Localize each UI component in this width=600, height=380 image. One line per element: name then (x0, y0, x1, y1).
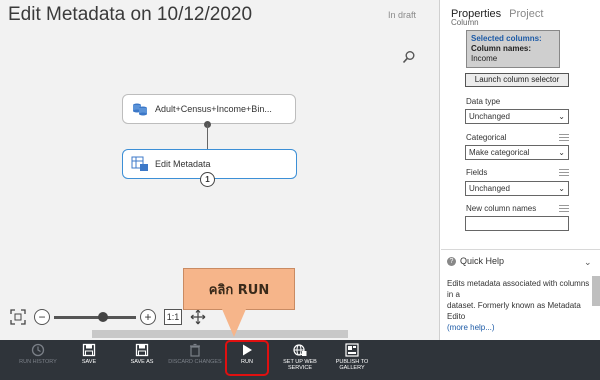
setup-web-service-label: SET UP WEB SERVICE (283, 359, 317, 371)
save-as-icon (135, 343, 149, 357)
new-column-names-label: New column names (466, 204, 537, 213)
discard-changes-button[interactable]: DISCARD CHANGES (167, 343, 223, 377)
fit-screen-icon[interactable] (10, 309, 26, 325)
selected-columns-box: Selected columns: Column names: Income (466, 30, 560, 68)
dataset-module-label: Adult+Census+Income+Bin... (155, 104, 272, 114)
save-button[interactable]: SAVE (61, 343, 117, 377)
selected-columns-label: Selected columns: (471, 34, 542, 43)
publish-to-gallery-label: PUBLISH TO GALLERY (335, 359, 369, 371)
fields-label: Fields (466, 168, 488, 177)
actual-size-button[interactable]: 1:1 (164, 309, 182, 325)
run-history-button[interactable]: RUN HISTORY (10, 343, 66, 377)
dataset-module[interactable]: Adult+Census+Income+Bin... (122, 94, 296, 124)
clock-icon (31, 343, 45, 357)
chevron-down-icon: ⌄ (558, 148, 565, 157)
trash-icon (190, 343, 200, 357)
chevron-down-icon: ⌄ (558, 112, 565, 121)
quick-help-title: Quick Help (460, 256, 505, 266)
setup-web-service-button[interactable]: SET UP WEB SERVICE (272, 343, 328, 377)
bottom-toolbar: RUN HISTORY SAVE SAVE AS DISCARD CHANGES… (0, 340, 600, 380)
publish-to-gallery-button[interactable]: PUBLISH TO GALLERY (324, 343, 380, 377)
data-type-value: Unchanged (469, 112, 510, 121)
discard-changes-label: DISCARD CHANGES (168, 359, 222, 365)
instruction-callout: คลิก RUN (183, 268, 295, 310)
connector-line (207, 124, 208, 150)
zoom-controls: − + 1:1 (10, 308, 206, 326)
output-port[interactable]: 1 (200, 172, 215, 187)
reorder-handle-icon (559, 169, 569, 177)
save-as-button[interactable]: SAVE AS (114, 343, 170, 377)
chevron-down-icon: ⌄ (558, 184, 565, 193)
data-type-label: Data type (466, 97, 501, 106)
section-label: Column (451, 18, 479, 27)
save-label: SAVE (81, 359, 97, 365)
zoom-slider-handle[interactable] (98, 311, 108, 322)
column-names-label: Column names: (471, 44, 532, 53)
experiment-title: Edit Metadata on 10/12/2020 (8, 4, 253, 25)
web-service-icon (293, 344, 307, 356)
zoom-slider[interactable] (54, 311, 136, 322)
quick-help-line2: dataset. Formerly known as Metadata Edit… (447, 301, 581, 321)
categorical-value: Make categorical (469, 148, 530, 157)
reorder-handle-icon (559, 205, 569, 213)
reorder-handle-icon (559, 134, 569, 142)
run-highlight-box (225, 340, 269, 376)
save-icon (82, 343, 96, 357)
draft-status: In draft (388, 10, 417, 20)
tab-project[interactable]: Project (509, 8, 543, 20)
more-help-link[interactable]: (more help...) (447, 322, 597, 333)
edit-metadata-label: Edit Metadata (155, 159, 211, 169)
horizontal-scrollbar[interactable] (92, 330, 348, 338)
save-as-label: SAVE AS (130, 359, 154, 365)
collapse-chevron-icon[interactable]: ⌄ (584, 257, 592, 268)
callout-pointer (222, 309, 246, 337)
search-icon[interactable] (402, 50, 416, 64)
zoom-in-button[interactable]: + (140, 309, 156, 325)
new-column-names-input[interactable] (465, 216, 569, 231)
categorical-label: Categorical (466, 133, 507, 142)
dataset-icon (133, 103, 147, 116)
zoom-out-button[interactable]: − (34, 309, 50, 325)
data-type-select[interactable]: Unchanged ⌄ (465, 109, 569, 124)
gallery-icon (345, 343, 359, 357)
launch-column-selector-button[interactable]: Launch column selector (465, 73, 569, 87)
experiment-canvas[interactable]: Edit Metadata on 10/12/2020 In draft Adu… (0, 0, 440, 340)
run-history-label: RUN HISTORY (19, 359, 57, 365)
fields-value: Unchanged (469, 184, 510, 193)
quick-help-panel: ? Quick Help ⌄ Edits metadata associated… (441, 249, 600, 340)
quick-help-line1: Edits metadata associated with columns i… (447, 279, 590, 299)
help-icon: ? (447, 256, 456, 266)
vertical-scrollbar[interactable] (592, 276, 600, 306)
categorical-select[interactable]: Make categorical ⌄ (465, 145, 569, 160)
column-names-value: Income (471, 54, 498, 63)
edit-metadata-icon (131, 156, 148, 171)
fields-select[interactable]: Unchanged ⌄ (465, 181, 569, 196)
pan-icon[interactable] (190, 309, 206, 325)
